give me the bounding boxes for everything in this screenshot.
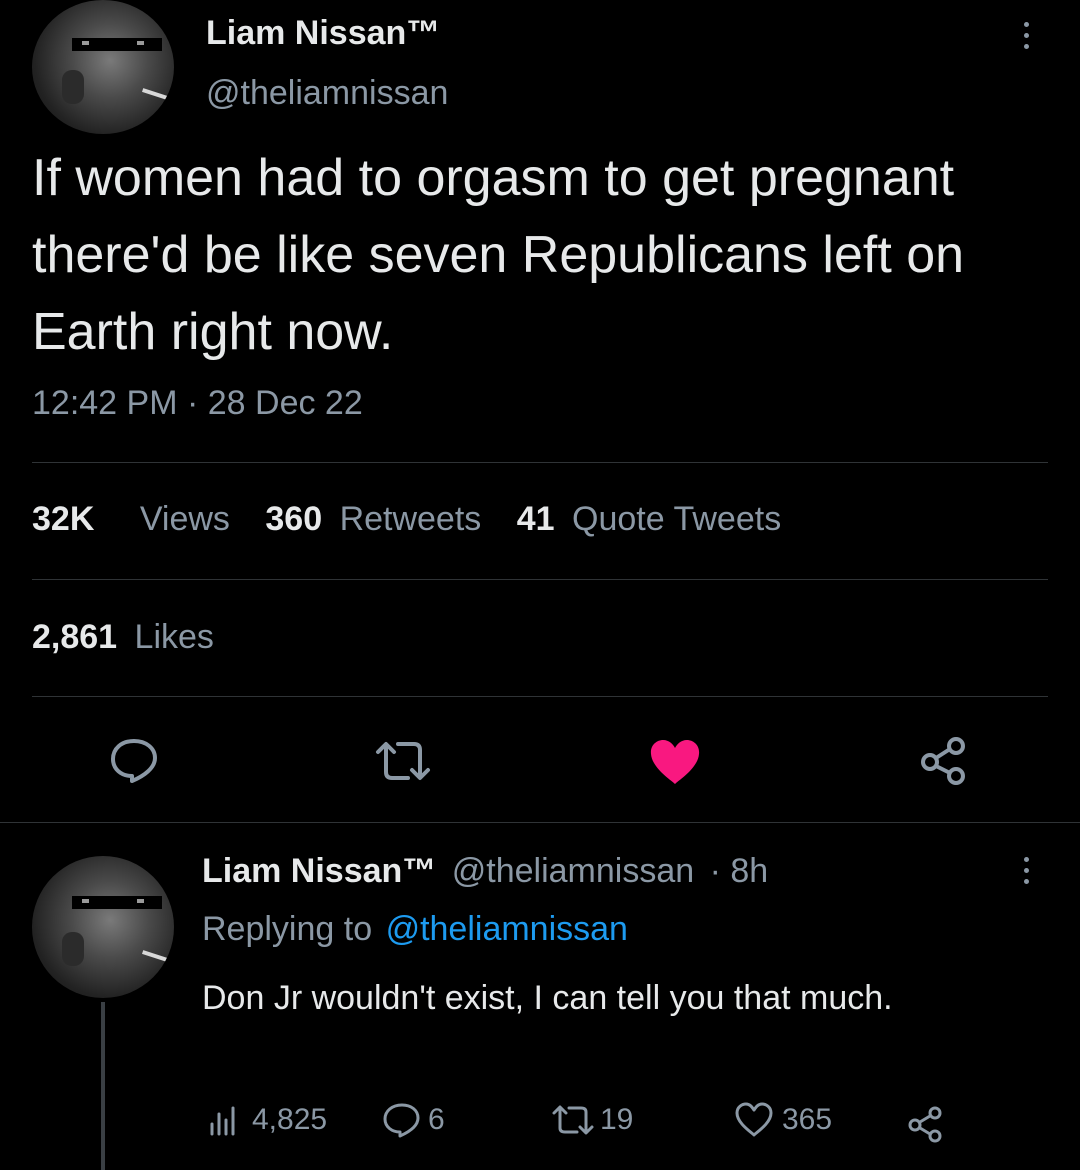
views-stat[interactable]: 32K Views: [32, 500, 239, 538]
divider: [32, 462, 1048, 463]
views-count: 4,825: [252, 1103, 328, 1136]
reply-display-name[interactable]: Liam Nissan™: [202, 852, 436, 890]
reply-header: Liam Nissan™ @theliamnissan · 8h: [202, 852, 768, 891]
quotes-count: 41: [516, 500, 555, 538]
likes-label: Likes: [134, 618, 214, 656]
retweet-icon[interactable]: [372, 738, 434, 784]
retweets-label: Retweets: [339, 500, 482, 538]
likes-stat[interactable]: 2,861 Likes: [32, 618, 214, 657]
views-label: Views: [139, 500, 230, 538]
reply-text: Don Jr wouldn't exist, I can tell you th…: [202, 979, 893, 1017]
divider: [32, 579, 1048, 580]
reply-icon: [382, 1102, 422, 1138]
replying-to-handle[interactable]: @theliamnissan: [386, 910, 628, 948]
share-icon[interactable]: [918, 734, 970, 786]
pixel-sunglasses: [72, 896, 162, 909]
stats-row: 32K Views 360 Retweets 41 Quote Tweets: [32, 500, 781, 539]
author-avatar[interactable]: [32, 0, 174, 134]
retweets-count: 19: [600, 1103, 634, 1136]
avatar-hand: [62, 70, 84, 104]
reply-more-options-icon[interactable]: [1022, 857, 1030, 884]
reply-handle[interactable]: @theliamnissan: [452, 852, 694, 890]
reply-author-avatar[interactable]: [32, 856, 174, 998]
divider: [32, 696, 1048, 697]
avatar-hand: [62, 932, 84, 966]
author-handle[interactable]: @theliamnissan: [206, 74, 448, 113]
heart-outline-icon: [734, 1102, 774, 1138]
share-icon[interactable]: [906, 1104, 946, 1144]
reply-icon[interactable]: [108, 736, 160, 784]
likes-metric[interactable]: 365: [734, 1102, 832, 1138]
section-divider: [0, 822, 1080, 823]
avatar-cigarette: [142, 950, 168, 962]
retweets-stat[interactable]: 360 Retweets: [265, 500, 490, 538]
tweet-timestamp[interactable]: 12:42 PM · 28 Dec 22: [32, 384, 363, 423]
replies-metric[interactable]: 6: [382, 1102, 445, 1138]
reply-time[interactable]: · 8h: [710, 852, 769, 890]
pixel-sunglasses: [72, 38, 162, 51]
author-display-name[interactable]: Liam Nissan™: [206, 14, 440, 53]
likes-count: 365: [782, 1103, 833, 1136]
likes-count: 2,861: [32, 618, 118, 656]
reply-metrics: 4,825 6 19 365: [206, 1102, 966, 1146]
replies-count: 6: [428, 1103, 445, 1136]
views-count: 32K: [32, 500, 95, 538]
quotes-stat[interactable]: 41 Quote Tweets: [517, 500, 781, 538]
more-options-icon[interactable]: [1022, 22, 1030, 49]
replying-to: Replying to @theliamnissan: [202, 910, 628, 949]
retweets-count: 360: [265, 500, 323, 538]
replying-to-label: Replying to: [202, 910, 373, 948]
heart-filled-icon[interactable]: [648, 738, 702, 786]
retweets-metric[interactable]: 19: [550, 1102, 633, 1138]
thread-line: [101, 1002, 105, 1170]
tweet-text: If women had to orgasm to get pregnant t…: [32, 149, 965, 361]
retweet-icon: [550, 1102, 596, 1138]
avatar-cigarette: [142, 88, 168, 100]
analytics-icon: [206, 1102, 242, 1138]
quotes-label: Quote Tweets: [572, 500, 782, 538]
views-metric[interactable]: 4,825: [206, 1102, 327, 1138]
